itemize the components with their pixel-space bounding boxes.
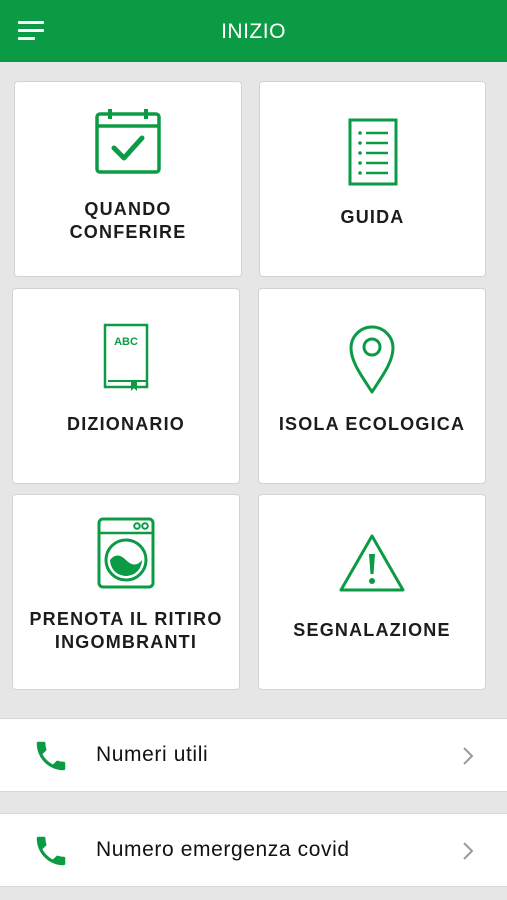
checklist-document-icon (260, 118, 485, 186)
tile-segnalazione[interactable]: SEGNALAZIONE (258, 494, 486, 690)
phone-icon (32, 832, 70, 875)
tile-quando-conferire[interactable]: QUANDO CONFERIRE (14, 81, 242, 277)
list-item-label: Numeri utili (96, 743, 209, 766)
tile-label: PRENOTA IL RITIRO INGOMBRANTI (29, 609, 223, 652)
tile-label: DIZIONARIO (67, 414, 185, 434)
washing-machine-icon (13, 517, 239, 589)
phone-icon (32, 737, 70, 780)
tile-dizionario[interactable]: ABC DIZIONARIO (12, 288, 240, 484)
chevron-right-icon (462, 841, 474, 866)
tile-prenota-ritiro[interactable]: PRENOTA IL RITIRO INGOMBRANTI (12, 494, 240, 690)
warning-triangle-icon (259, 533, 485, 593)
list-item-numero-emergenza-covid[interactable]: Numero emergenza covid (0, 813, 507, 887)
list-item-label: Numero emergenza covid (96, 838, 350, 861)
page-title: INIZIO (221, 20, 286, 43)
icon-text: ABC (114, 336, 138, 348)
tile-isola-ecologica[interactable]: ISOLA ECOLOGICA (258, 288, 486, 484)
list-item-numeri-utili[interactable]: Numeri utili (0, 718, 507, 792)
tile-label: ISOLA ECOLOGICA (278, 414, 466, 434)
tile-guida[interactable]: GUIDA (259, 81, 486, 277)
tile-label: SEGNALAZIONE (293, 620, 451, 640)
tile-label: QUANDO CONFERIRE (69, 199, 187, 242)
top-app-bar: INIZIO (0, 0, 507, 62)
tile-label: GUIDA (340, 207, 405, 227)
dictionary-book-icon: ABC (13, 323, 239, 393)
calendar-check-icon (15, 107, 241, 175)
chevron-right-icon (462, 746, 474, 771)
map-pin-icon (259, 323, 485, 395)
